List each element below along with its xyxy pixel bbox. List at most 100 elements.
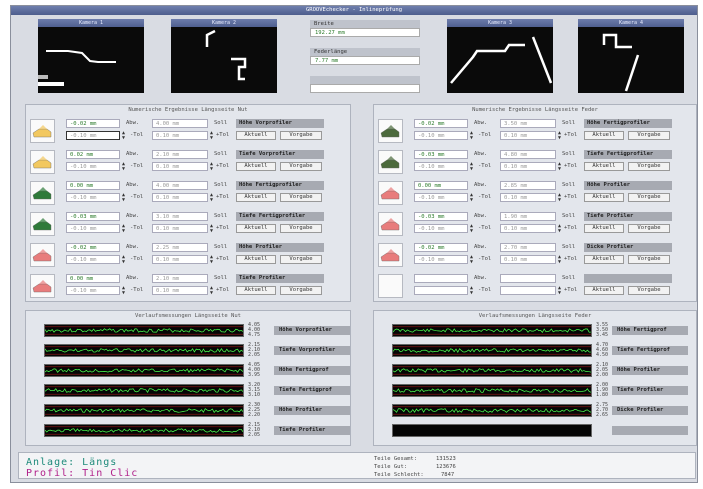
aktuell-button[interactable]: Aktuell xyxy=(584,162,624,171)
soll-field[interactable]: 2.10 mm xyxy=(152,274,208,283)
soll-field[interactable]: 2.25 mm xyxy=(152,243,208,252)
trend-name-button[interactable]: Tiefe Profiler xyxy=(612,386,688,395)
tol-minus-spinner[interactable]: ▲ ▼ xyxy=(122,162,125,172)
trend-name-button[interactable]: Höhe Fertigprof xyxy=(612,326,688,335)
tol-minus-spinner[interactable]: ▲ ▼ xyxy=(470,131,473,141)
trend-name-button[interactable]: Höhe Fertigprof xyxy=(274,366,350,375)
soll-field[interactable] xyxy=(500,274,556,283)
tol-minus-field[interactable]: -0.10 mm xyxy=(414,255,468,264)
tol-plus-field[interactable] xyxy=(500,286,556,295)
soll-field[interactable]: 4.00 mm xyxy=(152,119,208,128)
actual-deviation-field[interactable]: -0.03 mm xyxy=(66,212,120,221)
aktuell-button[interactable]: Aktuell xyxy=(584,193,624,202)
trend-name-button[interactable]: Tiefe Profiler xyxy=(274,426,350,435)
trend-name-button[interactable] xyxy=(612,426,688,435)
tol-minus-spinner[interactable]: ▲ ▼ xyxy=(470,224,473,234)
aktuell-button[interactable]: Aktuell xyxy=(236,286,276,295)
tol-plus-spinner[interactable]: ▲ ▼ xyxy=(210,286,213,296)
tol-plus-field[interactable]: 0.10 mm xyxy=(500,131,556,140)
actual-deviation-field[interactable]: -0.03 mm xyxy=(414,212,468,221)
tol-minus-field[interactable]: -0.10 mm xyxy=(66,286,120,295)
tol-minus-spinner[interactable]: ▲ ▼ xyxy=(122,286,125,296)
tol-minus-field[interactable]: -0.10 mm xyxy=(66,131,120,140)
actual-deviation-field[interactable]: -0.02 mm xyxy=(414,243,468,252)
tol-plus-field[interactable]: 0.10 mm xyxy=(152,193,208,202)
tol-minus-spinner[interactable]: ▲ ▼ xyxy=(470,162,473,172)
tol-plus-field[interactable]: 0.10 mm xyxy=(152,131,208,140)
tol-plus-field[interactable]: 0.10 mm xyxy=(152,255,208,264)
tol-plus-spinner[interactable]: ▲ ▼ xyxy=(558,162,561,172)
aktuell-button[interactable]: Aktuell xyxy=(236,224,276,233)
actual-deviation-field[interactable]: -0.02 mm xyxy=(66,243,120,252)
soll-field[interactable]: 4.80 mm xyxy=(500,150,556,159)
vorgabe-button[interactable]: Vorgabe xyxy=(280,131,322,140)
tol-minus-field[interactable]: -0.10 mm xyxy=(414,224,468,233)
tol-plus-spinner[interactable]: ▲ ▼ xyxy=(210,193,213,203)
soll-field[interactable]: 3.10 mm xyxy=(152,212,208,221)
aktuell-button[interactable]: Aktuell xyxy=(584,255,624,264)
vorgabe-button[interactable]: Vorgabe xyxy=(280,193,322,202)
tol-minus-spinner[interactable]: ▲ ▼ xyxy=(122,193,125,203)
tol-minus-field[interactable]: -0.10 mm xyxy=(66,255,120,264)
tol-minus-field[interactable] xyxy=(414,286,468,295)
trend-name-button[interactable]: Tiefe Fertigprof xyxy=(274,386,350,395)
tol-minus-spinner[interactable]: ▲ ▼ xyxy=(470,255,473,265)
actual-deviation-field[interactable] xyxy=(414,274,468,283)
tol-minus-spinner[interactable]: ▲ ▼ xyxy=(122,255,125,265)
aktuell-button[interactable]: Aktuell xyxy=(236,131,276,140)
trend-name-button[interactable]: Dicke Profiler xyxy=(612,406,688,415)
tol-plus-spinner[interactable]: ▲ ▼ xyxy=(558,255,561,265)
actual-deviation-field[interactable]: 0.00 mm xyxy=(66,181,120,190)
vorgabe-button[interactable]: Vorgabe xyxy=(280,255,322,264)
aktuell-button[interactable]: Aktuell xyxy=(584,131,624,140)
soll-field[interactable]: 4.00 mm xyxy=(152,181,208,190)
tol-plus-spinner[interactable]: ▲ ▼ xyxy=(210,255,213,265)
tol-plus-field[interactable]: 0.10 mm xyxy=(500,255,556,264)
tol-plus-spinner[interactable]: ▲ ▼ xyxy=(558,224,561,234)
tol-minus-field[interactable]: -0.10 mm xyxy=(66,162,120,171)
tol-minus-field[interactable]: -0.10 mm xyxy=(414,193,468,202)
vorgabe-button[interactable]: Vorgabe xyxy=(280,224,322,233)
tol-plus-spinner[interactable]: ▲ ▼ xyxy=(558,193,561,203)
tol-plus-field[interactable]: 0.10 mm xyxy=(500,162,556,171)
tol-minus-field[interactable]: -0.10 mm xyxy=(66,193,120,202)
aktuell-button[interactable]: Aktuell xyxy=(584,224,624,233)
tol-plus-field[interactable]: 0.10 mm xyxy=(152,286,208,295)
aktuell-button[interactable]: Aktuell xyxy=(236,193,276,202)
vorgabe-button[interactable]: Vorgabe xyxy=(628,193,670,202)
tol-plus-spinner[interactable]: ▲ ▼ xyxy=(210,162,213,172)
tol-plus-spinner[interactable]: ▲ ▼ xyxy=(210,131,213,141)
tol-minus-field[interactable]: -0.10 mm xyxy=(414,162,468,171)
trend-name-button[interactable]: Höhe Profiler xyxy=(612,366,688,375)
tol-minus-field[interactable]: -0.10 mm xyxy=(414,131,468,140)
aktuell-button[interactable]: Aktuell xyxy=(584,286,624,295)
aktuell-button[interactable]: Aktuell xyxy=(236,162,276,171)
actual-deviation-field[interactable]: 0.00 mm xyxy=(66,274,120,283)
actual-deviation-field[interactable]: -0.02 mm xyxy=(66,119,120,128)
vorgabe-button[interactable]: Vorgabe xyxy=(628,286,670,295)
soll-field[interactable]: 3.50 mm xyxy=(500,119,556,128)
tol-plus-field[interactable]: 0.10 mm xyxy=(500,193,556,202)
tol-minus-spinner[interactable]: ▲ ▼ xyxy=(122,224,125,234)
soll-field[interactable]: 2.85 mm xyxy=(500,181,556,190)
tol-plus-field[interactable]: 0.10 mm xyxy=(152,162,208,171)
tol-minus-field[interactable]: -0.10 mm xyxy=(66,224,120,233)
actual-deviation-field[interactable]: -0.03 mm xyxy=(414,150,468,159)
tol-plus-spinner[interactable]: ▲ ▼ xyxy=(558,286,561,296)
actual-deviation-field[interactable]: -0.02 mm xyxy=(414,119,468,128)
actual-deviation-field[interactable]: 0.02 mm xyxy=(66,150,120,159)
tol-minus-spinner[interactable]: ▲ ▼ xyxy=(122,131,125,141)
tol-plus-spinner[interactable]: ▲ ▼ xyxy=(210,224,213,234)
vorgabe-button[interactable]: Vorgabe xyxy=(628,162,670,171)
trend-name-button[interactable]: Höhe Vorprofiler xyxy=(274,326,350,335)
vorgabe-button[interactable]: Vorgabe xyxy=(628,255,670,264)
tol-plus-field[interactable]: 0.10 mm xyxy=(152,224,208,233)
vorgabe-button[interactable]: Vorgabe xyxy=(628,224,670,233)
soll-field[interactable]: 1.90 mm xyxy=(500,212,556,221)
actual-deviation-field[interactable]: 0.00 mm xyxy=(414,181,468,190)
tol-minus-spinner[interactable]: ▲ ▼ xyxy=(470,193,473,203)
trend-name-button[interactable]: Höhe Profiler xyxy=(274,406,350,415)
tol-plus-field[interactable]: 0.10 mm xyxy=(500,224,556,233)
aktuell-button[interactable]: Aktuell xyxy=(236,255,276,264)
tol-plus-spinner[interactable]: ▲ ▼ xyxy=(558,131,561,141)
